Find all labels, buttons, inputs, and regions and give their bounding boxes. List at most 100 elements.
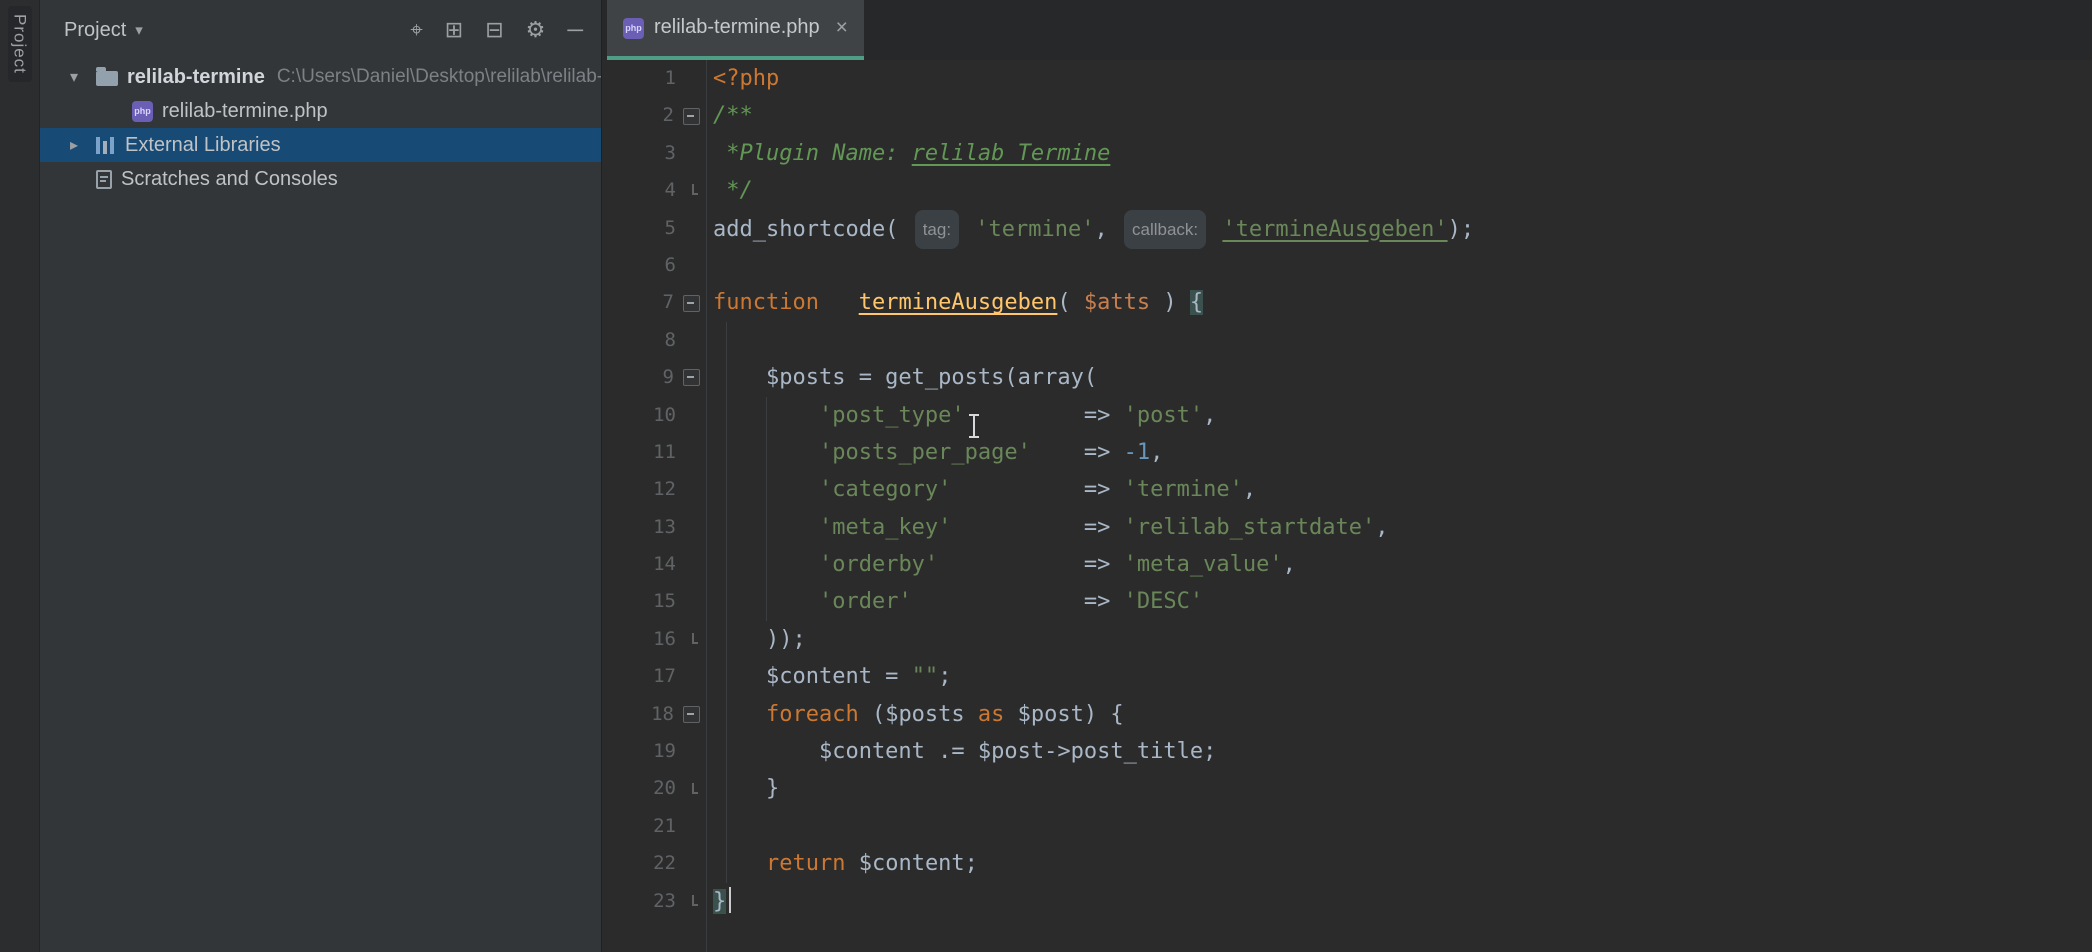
- php-icon-label: php: [625, 23, 642, 33]
- tree-item-path: C:\Users\Daniel\Desktop\relilab\relilab-…: [277, 66, 601, 88]
- code-line[interactable]: 15 'order' => 'DESC': [602, 583, 2092, 620]
- line-number: 16: [653, 621, 676, 658]
- editor-gutter: 23: [602, 883, 706, 920]
- line-number: 1: [665, 60, 676, 97]
- editor-gutter: 19: [602, 733, 706, 770]
- code-text: /**: [706, 97, 753, 134]
- tree-item-scratches[interactable]: Scratches and Consoles: [40, 162, 601, 196]
- code-line[interactable]: 14 'orderby' => 'meta_value',: [602, 546, 2092, 583]
- project-tree: ▾ relilab-termine C:\Users\Daniel\Deskto…: [40, 60, 601, 196]
- fold-spacer: [685, 557, 700, 572]
- hide-panel-icon[interactable]: ─: [567, 19, 583, 41]
- fold-spacer: [685, 445, 700, 460]
- editor-gutter: 17: [602, 658, 706, 695]
- chevron-down-icon[interactable]: ▾: [70, 67, 96, 87]
- code-line[interactable]: 3 *Plugin Name: relilab Termine: [602, 135, 2092, 172]
- tree-item-php-file[interactable]: php relilab-termine.php: [40, 94, 601, 128]
- chevron-down-icon[interactable]: ▾: [135, 21, 143, 39]
- code-line[interactable]: 11 'posts_per_page' => -1,: [602, 434, 2092, 471]
- code-text: 'post_type' => 'post',: [706, 397, 1216, 434]
- code-text: 'order' => 'DESC': [706, 583, 1203, 620]
- chevron-right-icon[interactable]: ▸: [70, 135, 96, 155]
- editor-gutter: 8: [602, 322, 706, 359]
- line-number: 2: [663, 97, 674, 134]
- code-line[interactable]: 19 $content .= $post->post_title;: [602, 733, 2092, 770]
- line-number: 8: [665, 322, 676, 359]
- editor-gutter: 22: [602, 845, 706, 882]
- fold-spacer: [685, 819, 700, 834]
- fold-start-icon[interactable]: [683, 369, 700, 386]
- fold-start-icon[interactable]: [683, 108, 700, 125]
- folder-icon: [96, 71, 118, 86]
- tab-relilab-termine-php[interactable]: php relilab-termine.php ×: [607, 0, 864, 60]
- code-line[interactable]: 2 /**: [602, 97, 2092, 134]
- code-line[interactable]: 12 'category' => 'termine',: [602, 471, 2092, 508]
- code-line[interactable]: 22 return $content;: [602, 845, 2092, 882]
- php-file-icon: php: [132, 101, 153, 122]
- tree-item-external-libraries[interactable]: ▸ External Libraries: [40, 128, 601, 162]
- gear-icon[interactable]: ⚙: [526, 19, 546, 41]
- line-number: 14: [653, 546, 676, 583]
- editor-gutter: 18: [602, 696, 706, 733]
- line-number: 22: [653, 845, 676, 882]
- fold-spacer: [685, 258, 700, 273]
- code-line[interactable]: 13 'meta_key' => 'relilab_startdate',: [602, 509, 2092, 546]
- editor-gutter: 15: [602, 583, 706, 620]
- code-line[interactable]: 23}: [602, 883, 2092, 920]
- line-number: 5: [665, 210, 676, 247]
- editor-gutter: 20: [602, 770, 706, 807]
- code-text: [706, 808, 713, 845]
- code-text: 'meta_key' => 'relilab_startdate',: [706, 509, 1389, 546]
- code-line[interactable]: 1 <?php: [602, 60, 2092, 97]
- code-line[interactable]: 17 $content = "";: [602, 658, 2092, 695]
- expand-all-icon[interactable]: ⊞: [445, 19, 463, 41]
- code-line[interactable]: 16 ));: [602, 621, 2092, 658]
- line-number: 10: [653, 397, 676, 434]
- fold-start-icon[interactable]: [683, 706, 700, 723]
- code-text: 'category' => 'termine',: [706, 471, 1256, 508]
- code-line[interactable]: 18 foreach ($posts as $post) {: [602, 696, 2092, 733]
- editor-gutter: 2: [602, 97, 706, 134]
- collapse-all-icon[interactable]: ⊟: [485, 19, 503, 41]
- line-number: 13: [653, 509, 676, 546]
- line-number: 21: [653, 808, 676, 845]
- fold-end-icon[interactable]: [685, 894, 700, 909]
- code-line[interactable]: 5add_shortcode( tag: 'termine', callback…: [602, 210, 2092, 247]
- editor-gutter: 1: [602, 60, 706, 97]
- code-text: 'posts_per_page' => -1,: [706, 434, 1163, 471]
- code-line[interactable]: 8: [602, 322, 2092, 359]
- code-line[interactable]: 7function termineAusgeben( $atts ) {: [602, 284, 2092, 321]
- fold-end-icon[interactable]: [685, 782, 700, 797]
- code-line[interactable]: 4 */: [602, 172, 2092, 209]
- editor-gutter: 11: [602, 434, 706, 471]
- fold-spacer: [685, 856, 700, 871]
- editor-gutter: 10: [602, 397, 706, 434]
- editor-gutter: 4: [602, 172, 706, 209]
- fold-end-icon[interactable]: [685, 632, 700, 647]
- fold-start-icon[interactable]: [683, 295, 700, 312]
- editor-tab-bar: php relilab-termine.php ×: [602, 0, 2092, 60]
- code-line[interactable]: 6: [602, 247, 2092, 284]
- line-number: 11: [653, 434, 676, 471]
- line-number: 12: [653, 471, 676, 508]
- code-editor[interactable]: 1 <?php 2 /**3 *Plugin Name: relilab Termin…: [602, 60, 2092, 952]
- editor-gutter: 9: [602, 359, 706, 396]
- code-line[interactable]: 10 'post_type' => 'post',: [602, 397, 2092, 434]
- locate-icon[interactable]: ⌖: [410, 19, 422, 41]
- code-line[interactable]: 20 }: [602, 770, 2092, 807]
- fold-spacer: [685, 482, 700, 497]
- code-line[interactable]: 9 $posts = get_posts(array(: [602, 359, 2092, 396]
- fold-spacer: [685, 595, 700, 610]
- fold-end-icon[interactable]: [685, 183, 700, 198]
- stripe-project-button[interactable]: Project: [8, 6, 32, 82]
- tree-item-project-root[interactable]: ▾ relilab-termine C:\Users\Daniel\Deskto…: [40, 60, 601, 94]
- fold-spacer: [685, 744, 700, 759]
- code-line[interactable]: 21: [602, 808, 2092, 845]
- code-text: <?php: [706, 60, 779, 97]
- code-text: $content .= $post->post_title;: [706, 733, 1216, 770]
- panel-title[interactable]: Project: [64, 19, 126, 42]
- library-icon: [96, 136, 116, 154]
- editor-gutter: 16: [602, 621, 706, 658]
- editor-gutter: 21: [602, 808, 706, 845]
- close-icon[interactable]: ×: [836, 16, 848, 40]
